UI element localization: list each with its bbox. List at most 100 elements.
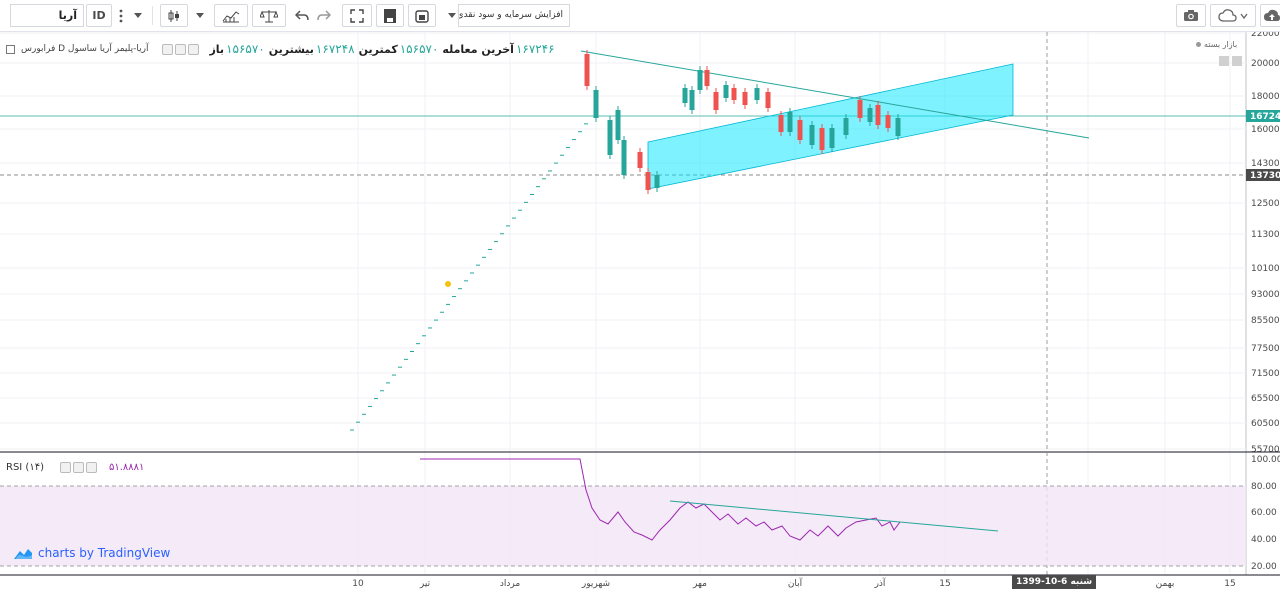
price-axis-tick: 77500 [1251, 344, 1280, 354]
pane-collapse-icon[interactable] [1232, 56, 1242, 66]
collapse-legend-icon[interactable] [6, 44, 15, 54]
pane-buttons [1216, 56, 1242, 66]
chevron-down-icon[interactable] [130, 4, 146, 27]
candle-body [857, 100, 863, 118]
candle-body [615, 110, 621, 140]
price-axis-tick: 220000 [1251, 32, 1280, 39]
more-vertical-icon[interactable] [114, 4, 128, 27]
price-axis-tick: 160000 [1251, 125, 1280, 135]
rsi-value: ۵۱.۸۸۸۱ [108, 462, 145, 473]
tradingview-watermark[interactable]: charts by TradingView [14, 546, 170, 560]
price-axis-tick: 65500 [1251, 394, 1280, 404]
candle-body [809, 125, 815, 145]
redo-icon[interactable] [314, 4, 334, 27]
legend-open-value: ۱۵۶۵۷۰ [226, 42, 265, 56]
legend-low-label: کمترین [358, 42, 398, 56]
price-axis-tick: 85500 [1251, 316, 1280, 326]
tradingview-logo-icon [14, 549, 32, 559]
time-axis-label: تیر [419, 579, 431, 589]
load-layout-icon[interactable] [408, 4, 436, 27]
rsi-axis-tick: 100.00 [1251, 455, 1280, 465]
legend-title: فرابورس D آریا-پلیمر آریا ساسول [21, 44, 149, 54]
top-toolbar: آریا ID افزایش سرمایه و سود نقدی، [0, 0, 1280, 32]
fullscreen-icon[interactable] [342, 4, 372, 27]
chart-canvas[interactable]: 220000 200000 180000 160000 143000 125000 1130… [0, 32, 1280, 591]
rsi-axis-tick: 60.00 [1251, 508, 1277, 518]
rsi-band [0, 486, 1246, 566]
time-axis-label: مهر [692, 579, 707, 589]
remove-icon[interactable] [188, 43, 200, 55]
chart-type-dropdown-icon[interactable] [192, 4, 208, 27]
price-axis-tick: 200000 [1251, 59, 1280, 69]
last-price-tag-text: 167246 [1250, 112, 1280, 122]
legend-last-value: ۱۶۷۲۴۶ [515, 42, 555, 56]
candle-body [829, 128, 835, 148]
market-status-text: بازار بسته [1204, 40, 1238, 49]
crosshair-price-tag-text: 137302 [1250, 171, 1280, 181]
time-axis-label: آذر [874, 577, 886, 589]
candles-icon[interactable] [160, 4, 188, 27]
candle-body [778, 115, 784, 132]
candle-body [797, 120, 803, 140]
candle-body [895, 118, 901, 136]
price-axis-tick: 93000 [1251, 290, 1280, 300]
time-axis-label: مرداد [500, 579, 520, 589]
candle-body [607, 120, 613, 155]
interval-button[interactable]: ID [86, 4, 112, 27]
candle-body [682, 88, 688, 103]
candle-body [621, 140, 627, 175]
candle-body [689, 90, 695, 110]
candle-body [731, 88, 737, 100]
legend-last-label: آخرین معامله [442, 42, 514, 56]
rsi-legend: RSI (۱۴) ۵۱.۸۸۸۱ [6, 462, 144, 473]
time-axis-label: آبان [788, 577, 803, 589]
candle-body [697, 70, 703, 90]
save-icon[interactable] [376, 4, 404, 27]
candle-body [654, 175, 660, 188]
compare-scale-icon[interactable] [252, 4, 286, 27]
camera-icon[interactable] [1176, 4, 1206, 27]
tradingview-chart-app: آریا ID افزایش سرمایه و سود نقدی، 22000 … [0, 0, 1280, 591]
market-status-dot-icon [1196, 42, 1201, 47]
price-axis-tick: 113000 [1251, 230, 1280, 240]
rsi-settings-icon[interactable] [72, 462, 84, 473]
candle-body [704, 70, 710, 86]
indicators-icon[interactable] [214, 4, 248, 27]
time-axis-label: شهریور [581, 579, 610, 589]
rsi-label: RSI (۱۴) [6, 462, 44, 473]
legend-high-label: بیشترین [268, 42, 314, 56]
visibility-icon[interactable] [162, 43, 174, 55]
study-dropdown-chevron-icon[interactable] [446, 4, 458, 27]
candle-body [584, 54, 590, 86]
candle-body [867, 108, 873, 122]
settings-icon[interactable] [175, 43, 187, 55]
price-axis-tick: 180000 [1251, 92, 1280, 102]
price-axis-tick: 60500 [1251, 419, 1280, 429]
candle-body [875, 105, 881, 125]
candle-body [593, 90, 599, 118]
undo-icon[interactable] [292, 4, 312, 27]
candle-body [713, 92, 719, 110]
dividend-marker-icon [445, 281, 451, 287]
symbol-search-input[interactable]: آریا [10, 4, 84, 27]
cloud-upload-icon[interactable] [1260, 4, 1280, 27]
time-axis-label: 15 [1224, 579, 1235, 589]
legend-open-label: باز [209, 42, 225, 56]
legend-low-value: ۱۵۶۵۷۰ [399, 42, 439, 56]
rsi-axis-tick: 20.00 [1251, 562, 1277, 572]
crosshair-date-flag: 1399-10-6 شنبه [1012, 575, 1097, 589]
cloud-save-icon[interactable] [1210, 4, 1256, 27]
study-template-select[interactable]: افزایش سرمایه و سود نقدی، [458, 4, 570, 27]
candle-body [723, 85, 729, 98]
rsi-remove-icon[interactable] [85, 462, 97, 473]
candle-body [819, 128, 825, 150]
price-axis-tick: 71500 [1251, 369, 1280, 379]
time-axis-label: بهمن [1156, 579, 1175, 589]
candle-body [885, 115, 891, 128]
candle-body [742, 92, 748, 105]
rsi-visibility-icon[interactable] [59, 462, 71, 473]
time-axis-label: 10 [352, 579, 364, 589]
rsi-axis-tick: 80.00 [1251, 482, 1277, 492]
candle-body [765, 92, 771, 108]
pane-maximize-icon[interactable] [1219, 56, 1229, 66]
